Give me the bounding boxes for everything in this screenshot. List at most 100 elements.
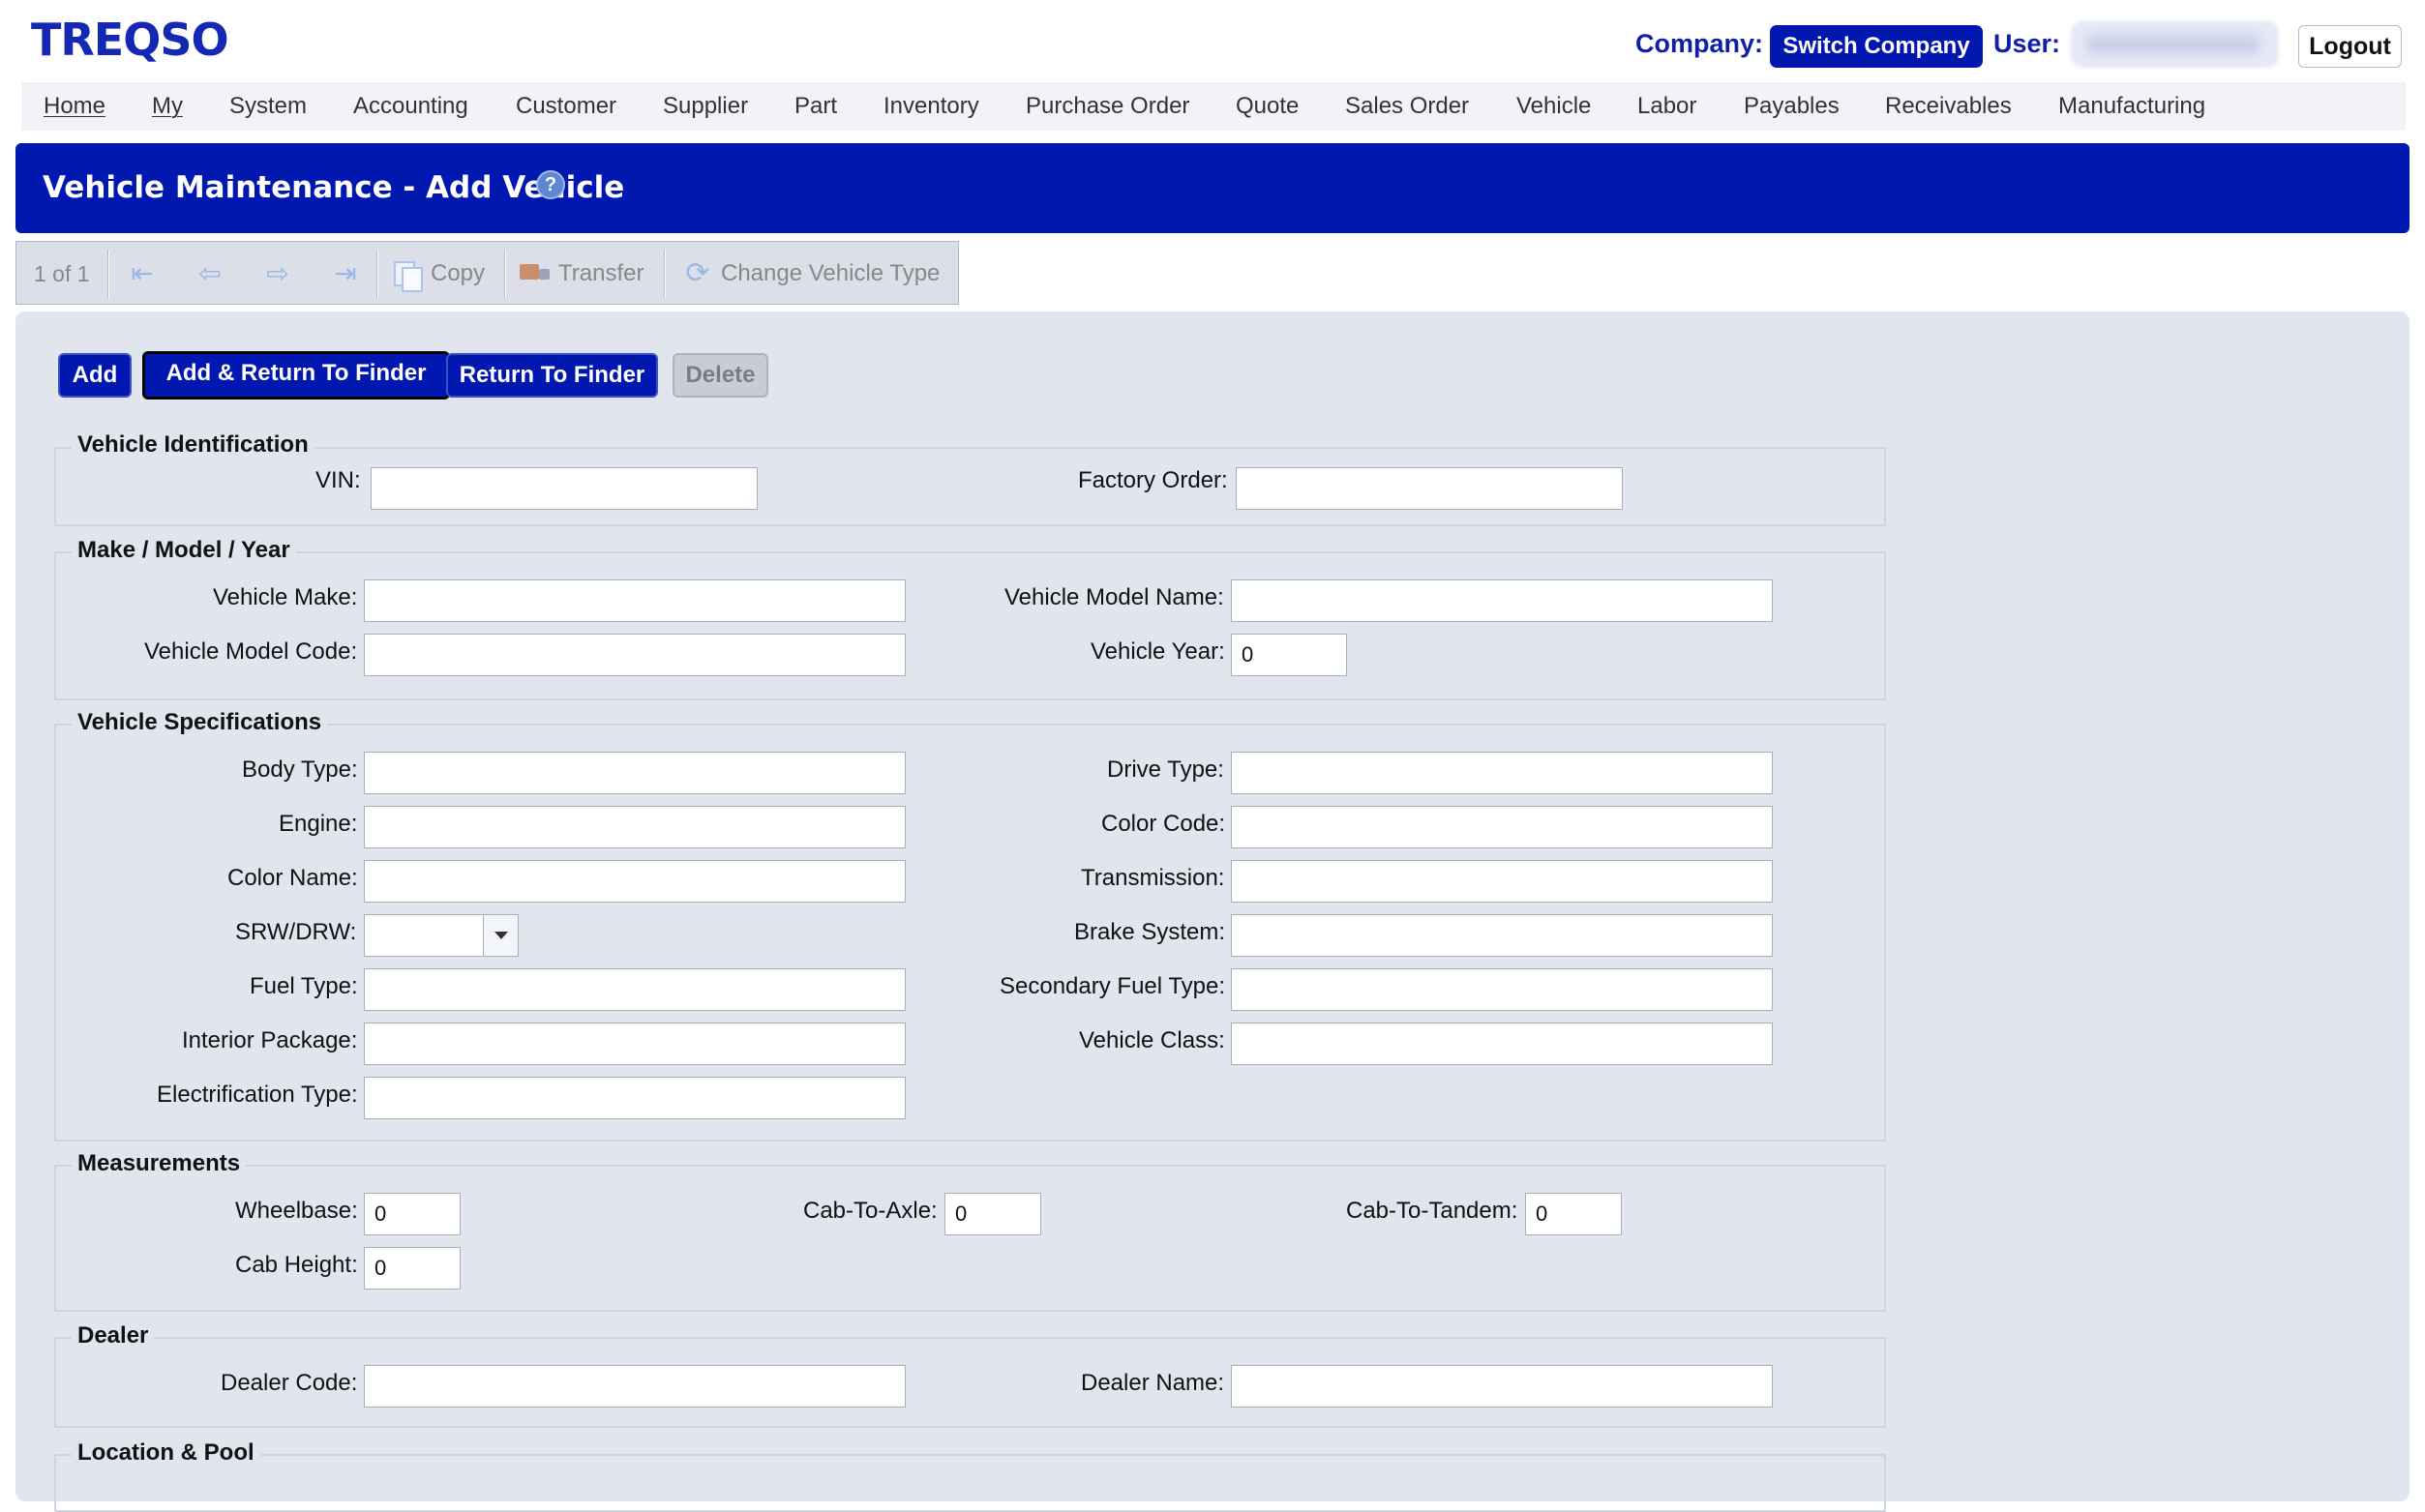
toolbar-separator xyxy=(504,250,506,298)
app-logo: TREQSO xyxy=(31,14,229,66)
dealer-name-input[interactable] xyxy=(1231,1365,1773,1408)
brake-system-input[interactable] xyxy=(1231,914,1773,957)
nav-system[interactable]: System xyxy=(229,93,307,120)
vehicle-make-input[interactable] xyxy=(364,579,906,622)
nav-manufacturing[interactable]: Manufacturing xyxy=(2058,93,2205,120)
nav-labor[interactable]: Labor xyxy=(1637,93,1696,120)
chevron-down-icon[interactable] xyxy=(483,915,518,956)
cab-to-axle-input[interactable] xyxy=(944,1193,1041,1235)
record-counter: 1 of 1 xyxy=(34,261,90,286)
vin-label: VIN: xyxy=(315,467,361,493)
cab-to-tandem-input[interactable] xyxy=(1525,1193,1622,1235)
nav-purchase-order[interactable]: Purchase Order xyxy=(1026,93,1189,120)
page-header-bar: Vehicle Maintenance - Add Vehicle ? xyxy=(15,143,2410,233)
nav-vehicle[interactable]: Vehicle xyxy=(1516,93,1591,120)
factory-order-input[interactable] xyxy=(1236,467,1623,510)
vehicle-identification-legend: Vehicle Identification xyxy=(72,431,314,459)
dealer-code-input[interactable] xyxy=(364,1365,906,1408)
measurements-legend: Measurements xyxy=(72,1150,247,1177)
vehicle-class-input[interactable] xyxy=(1231,1023,1773,1065)
refresh-cycle-icon: ⟳ xyxy=(685,257,710,289)
wheelbase-label: Wheelbase: xyxy=(235,1198,358,1224)
main-nav: Home My System Accounting Customer Suppl… xyxy=(21,82,2406,131)
nav-quote[interactable]: Quote xyxy=(1236,93,1299,120)
measurements-group xyxy=(54,1165,1886,1312)
vehicle-specifications-legend: Vehicle Specifications xyxy=(72,709,328,736)
help-icon[interactable]: ? xyxy=(536,170,565,199)
electrification-type-input[interactable] xyxy=(364,1077,906,1119)
vin-input[interactable] xyxy=(371,467,758,510)
transfer-label: Transfer xyxy=(558,260,644,286)
brake-system-label: Brake System: xyxy=(1074,919,1226,945)
cab-to-axle-label: Cab-To-Axle: xyxy=(803,1198,938,1224)
body-type-input[interactable] xyxy=(364,752,906,794)
nav-home[interactable]: Home xyxy=(44,93,105,120)
engine-input[interactable] xyxy=(364,806,906,848)
interior-package-input[interactable] xyxy=(364,1023,906,1065)
nav-payables[interactable]: Payables xyxy=(1744,93,1840,120)
vehicle-model-name-input[interactable] xyxy=(1231,579,1773,622)
nav-accounting[interactable]: Accounting xyxy=(353,93,468,120)
toolbar-separator xyxy=(107,250,109,298)
color-code-input[interactable] xyxy=(1231,806,1773,848)
factory-order-label: Factory Order: xyxy=(1078,467,1228,493)
vehicle-year-label: Vehicle Year: xyxy=(1091,638,1225,665)
cab-to-tandem-label: Cab-To-Tandem: xyxy=(1346,1198,1518,1224)
nav-my[interactable]: My xyxy=(152,93,183,120)
cab-height-input[interactable] xyxy=(364,1247,461,1290)
dealer-legend: Dealer xyxy=(72,1322,155,1349)
color-name-input[interactable] xyxy=(364,860,906,903)
vehicle-model-code-label: Vehicle Model Code: xyxy=(144,638,358,665)
vehicle-class-label: Vehicle Class: xyxy=(1079,1027,1225,1053)
srw-drw-select[interactable] xyxy=(364,914,519,957)
previous-record-icon[interactable]: ⇦ xyxy=(191,259,229,288)
make-model-year-legend: Make / Model / Year xyxy=(72,537,296,564)
add-button[interactable]: Add xyxy=(58,353,132,398)
toolbar-separator xyxy=(664,250,666,298)
vehicle-year-input[interactable] xyxy=(1231,634,1347,676)
switch-company-button[interactable]: Switch Company xyxy=(1770,25,1983,68)
vehicle-model-code-input[interactable] xyxy=(364,634,906,676)
delete-button[interactable]: Delete xyxy=(673,353,768,398)
engine-label: Engine: xyxy=(279,811,358,837)
last-record-icon[interactable]: ⇥ xyxy=(326,259,365,288)
nav-sales-order[interactable]: Sales Order xyxy=(1345,93,1469,120)
return-to-finder-button[interactable]: Return To Finder xyxy=(446,353,658,398)
body-type-label: Body Type: xyxy=(242,756,358,783)
electrification-type-label: Electrification Type: xyxy=(157,1082,358,1108)
change-vehicle-type-button[interactable]: ⟳ Change Vehicle Type xyxy=(682,259,940,288)
toolbar-separator xyxy=(376,250,378,298)
copy-label: Copy xyxy=(431,260,486,286)
nav-part[interactable]: Part xyxy=(794,93,837,120)
copy-icon xyxy=(392,259,423,292)
location-pool-legend: Location & Pool xyxy=(72,1439,260,1467)
srw-drw-label: SRW/DRW: xyxy=(235,919,357,945)
user-label: User: xyxy=(1993,29,2061,58)
transfer-button[interactable]: Transfer xyxy=(520,259,644,288)
secondary-fuel-type-label: Secondary Fuel Type: xyxy=(1000,973,1226,999)
dealer-name-label: Dealer Name: xyxy=(1081,1370,1225,1396)
drive-type-label: Drive Type: xyxy=(1107,756,1224,783)
company-label: Company: xyxy=(1635,29,1764,58)
secondary-fuel-type-input[interactable] xyxy=(1231,968,1773,1011)
make-model-year-group xyxy=(54,551,1886,700)
truck-icon xyxy=(520,259,551,288)
nav-receivables[interactable]: Receivables xyxy=(1885,93,2012,120)
wheelbase-input[interactable] xyxy=(364,1193,461,1235)
nav-supplier[interactable]: Supplier xyxy=(663,93,748,120)
nav-customer[interactable]: Customer xyxy=(516,93,616,120)
next-record-icon[interactable]: ⇨ xyxy=(258,259,297,288)
copy-button[interactable]: Copy xyxy=(392,259,486,292)
first-record-icon[interactable]: ⇤ xyxy=(123,259,162,288)
fuel-type-input[interactable] xyxy=(364,968,906,1011)
transmission-input[interactable] xyxy=(1231,860,1773,903)
form-panel: Add Add & Return To Finder Return To Fin… xyxy=(15,311,2410,1512)
change-vehicle-type-label: Change Vehicle Type xyxy=(721,260,941,286)
nav-inventory[interactable]: Inventory xyxy=(883,93,979,120)
dealer-code-label: Dealer Code: xyxy=(221,1370,358,1396)
record-toolbar: 1 of 1 ⇤ ⇦ ⇨ ⇥ Copy Transfer ⟳ Change Ve… xyxy=(15,241,959,305)
drive-type-input[interactable] xyxy=(1231,752,1773,794)
location-pool-group xyxy=(54,1454,1886,1512)
add-and-return-button[interactable]: Add & Return To Finder xyxy=(142,351,450,400)
logout-button[interactable]: Logout xyxy=(2298,25,2402,68)
